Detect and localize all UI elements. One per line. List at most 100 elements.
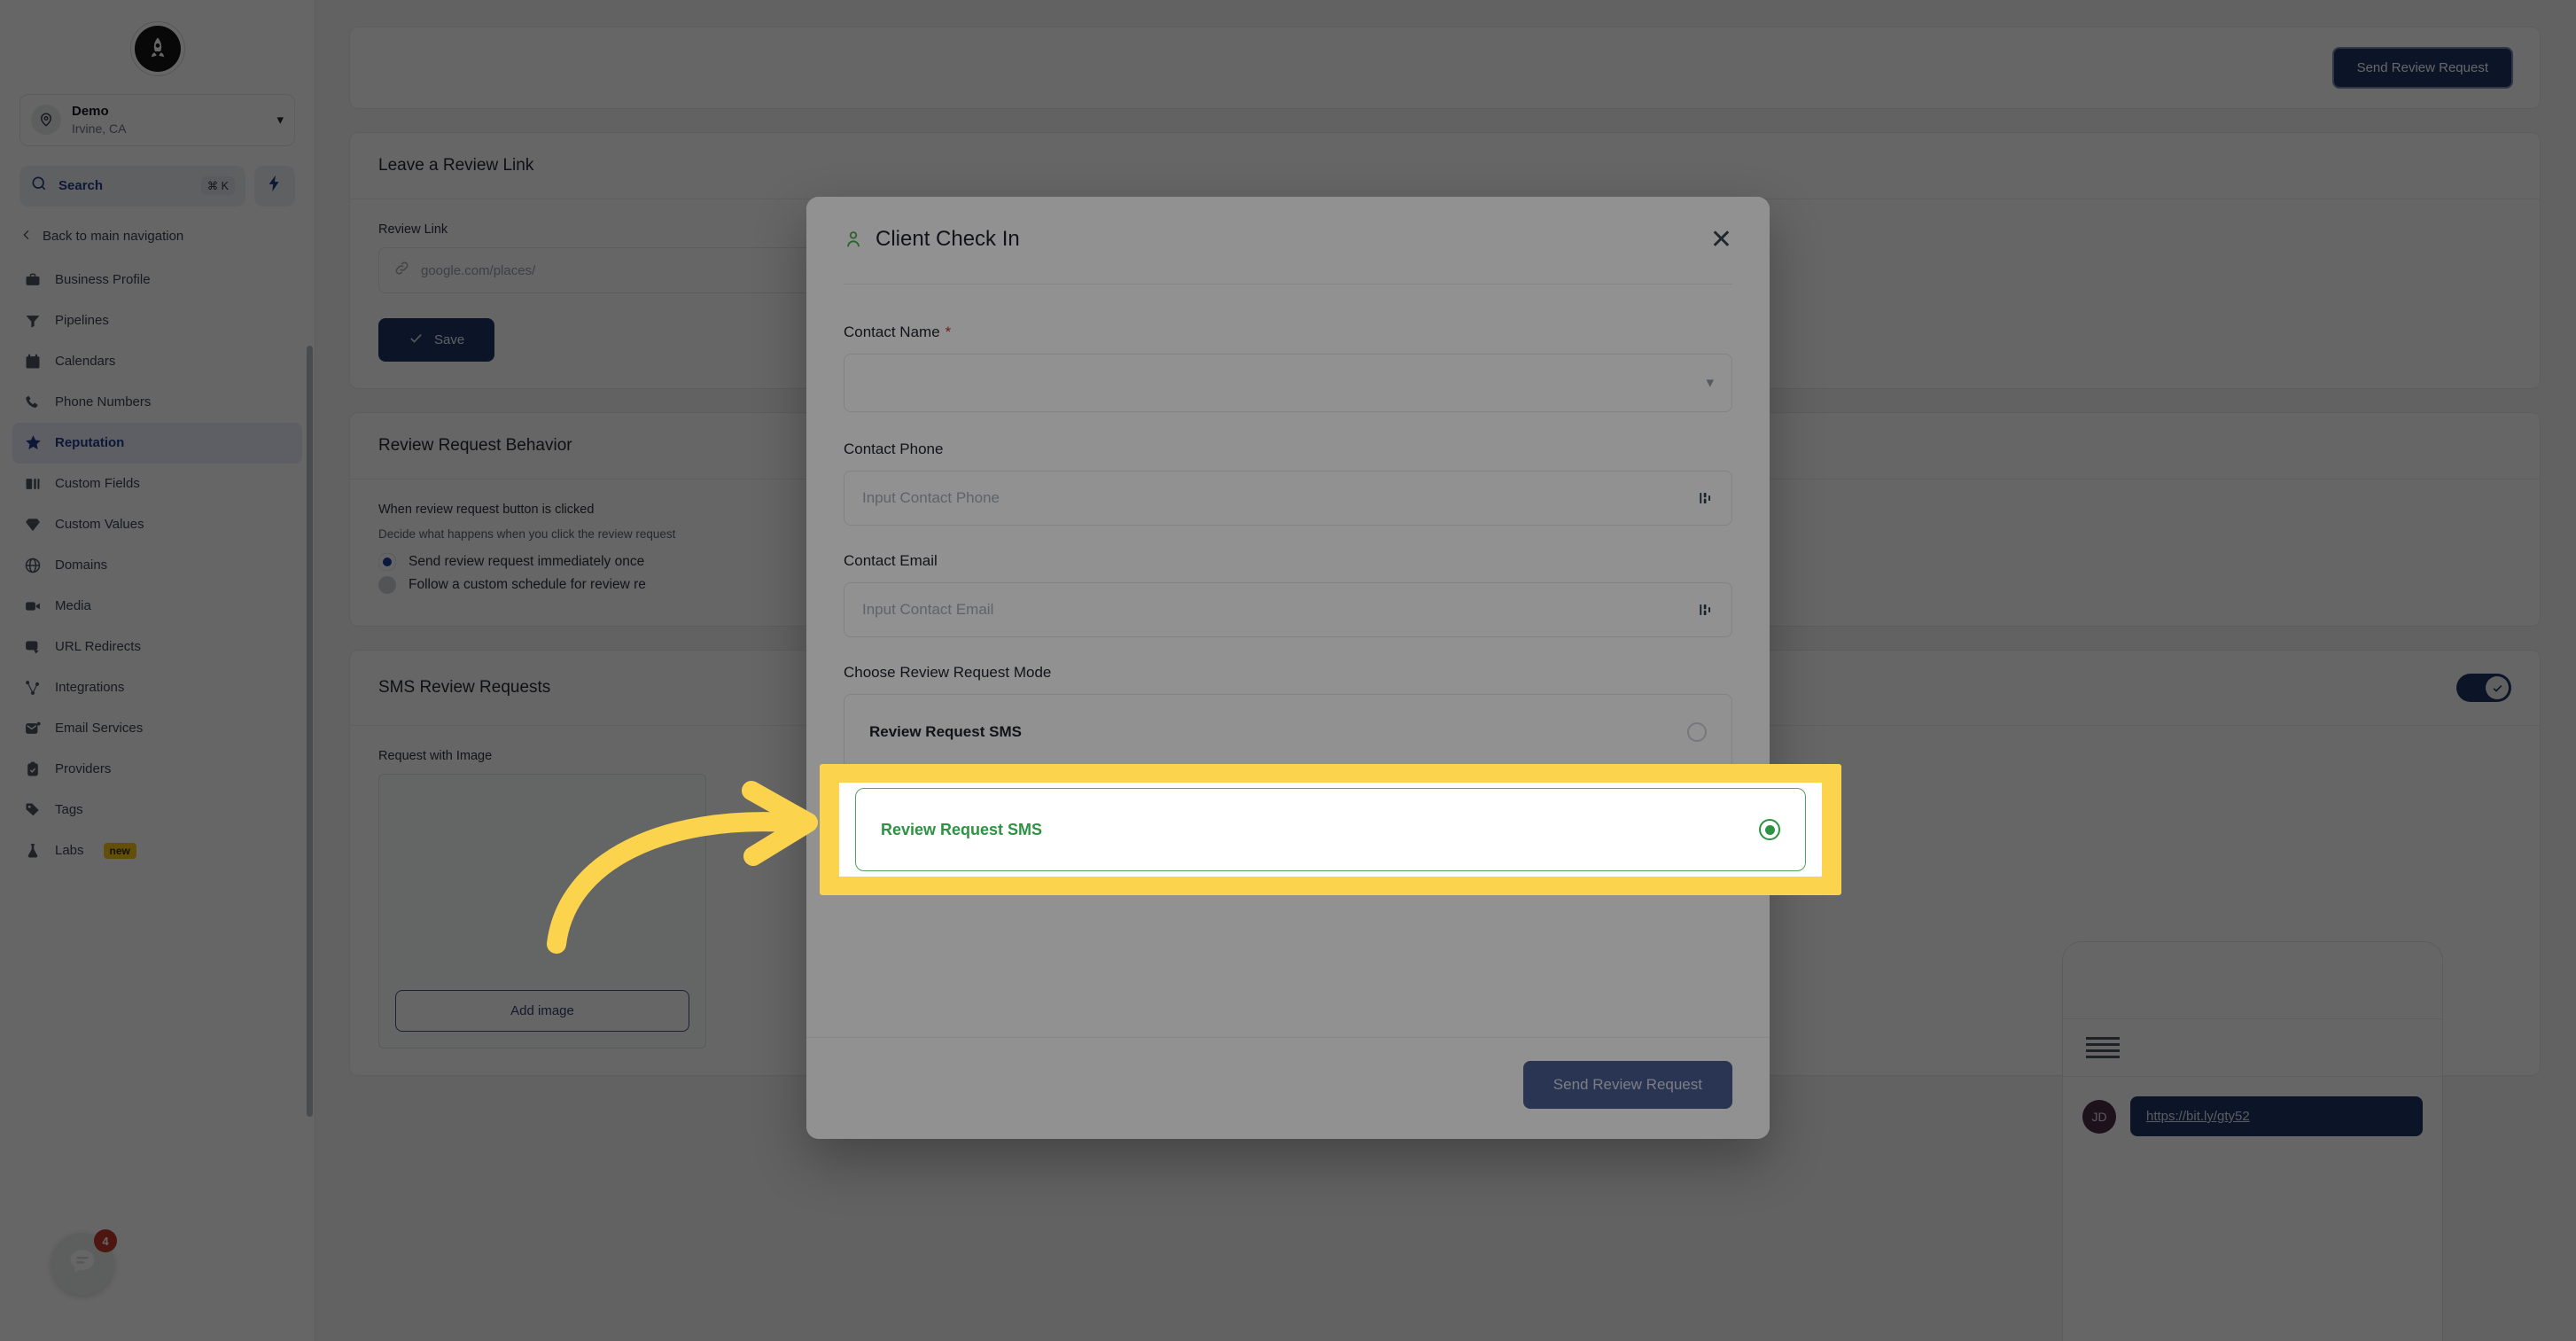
brand-logo[interactable] [0,0,315,89]
modal-send-review-request-button[interactable]: Send Review Request [1522,1061,1732,1109]
search-row: Search ⌘ K [19,165,295,207]
required-asterisk: * [945,324,952,340]
contact-email-input[interactable]: Input Contact Email [844,582,1732,637]
phone-preview: JD https://bit.ly/gty52 [2062,941,2443,1341]
chevron-down-icon[interactable]: ▾ [276,112,284,128]
highlight-inner: Review Request SMS [839,783,1822,877]
search-icon [30,175,48,197]
radio-selected-icon [1759,819,1780,840]
contact-name-select[interactable]: ▾ [844,354,1732,412]
sidebar-item-label: Business Profile [55,272,151,288]
sidebar-nav: Business Profile Pipelines Calendars Pho… [0,260,315,1341]
sidebar-item-label: Tags [55,802,83,818]
hamburger-icon[interactable] [2086,1033,2120,1062]
search-shortcut: ⌘ K [200,176,235,196]
sidebar-item-label: Media [55,598,91,614]
sidebar-item-pipelines[interactable]: Pipelines [12,300,302,341]
chat-unread-badge: 4 [94,1229,117,1252]
top-action-card: Send Review Request [349,27,2541,109]
sidebar-item-label: Domains [55,557,108,573]
sidebar-scrollbar[interactable] [307,346,313,1117]
globe-icon [23,556,43,575]
avatar: JD [2082,1099,2116,1134]
modal-header: Client Check In ✕ [806,197,1770,253]
modal-title-row: Client Check In [844,227,1710,252]
custom-value-icon[interactable] [1698,490,1714,506]
save-label: Save [434,332,465,347]
tag-icon [23,800,43,820]
save-button[interactable]: Save [378,318,495,362]
sidebar-item-label: Custom Values [55,517,144,533]
sidebar-item-integrations[interactable]: Integrations [12,667,302,708]
map-pin-icon [31,105,61,136]
radio-icon [378,576,396,594]
sidebar-item-media[interactable]: Media [12,586,302,627]
sidebar-item-label: URL Redirects [55,639,141,655]
mode-option-sms-highlighted[interactable]: Review Request SMS [855,788,1806,871]
redirect-icon [23,637,43,657]
mode-option-label: Review Request SMS [869,723,1022,740]
link-icon [393,260,410,281]
chevron-down-icon: ▾ [1706,374,1714,391]
chat-support-button[interactable]: 4 [51,1229,117,1295]
location-texts: Demo Irvine, CA [72,104,266,136]
contact-phone-input[interactable]: Input Contact Phone [844,471,1732,526]
preview-message-link[interactable]: https://bit.ly/gty52 [2130,1096,2423,1136]
radio-icon [378,553,396,571]
chat-bubble-icon [66,1246,98,1283]
sidebar-item-business-profile[interactable]: Business Profile [12,260,302,300]
sidebar-item-label: Email Services [55,721,144,737]
sidebar-item-url-redirects[interactable]: URL Redirects [12,627,302,667]
modal-body: Contact Name * ▾ Contact Phone Input Cont… [806,285,1770,1037]
star-icon [23,433,43,453]
choose-review-request-mode-label: Choose Review Request Mode [844,664,1052,681]
sidebar-item-label: Calendars [55,354,116,370]
phone-icon [23,393,43,412]
flask-icon [23,841,43,861]
sidebar-item-custom-fields[interactable]: Custom Fields [12,464,302,504]
preview-message-row: JD https://bit.ly/gty52 [2063,1077,2442,1156]
video-camera-icon [23,596,43,616]
contact-phone-placeholder: Input Contact Phone [862,489,1000,506]
add-image-button[interactable]: Add image [395,990,689,1032]
sidebar-item-custom-values[interactable]: Custom Values [12,504,302,545]
sidebar-item-label: Pipelines [55,313,109,329]
sidebar-item-reputation[interactable]: Reputation [12,422,302,464]
mode-option-label: Review Request SMS [881,820,1043,838]
curved-arrow-icon [547,781,818,954]
sidebar-item-labs[interactable]: Labs new [12,830,302,871]
mode-option-sms[interactable]: Review Request SMS [844,694,1732,770]
diamond-icon [23,515,43,534]
back-label: Back to main navigation [43,229,184,245]
location-switcher[interactable]: Demo Irvine, CA ▾ [19,94,295,146]
close-icon[interactable]: ✕ [1710,227,1732,253]
sidebar-item-label: Custom Fields [55,476,140,492]
send-review-request-button[interactable]: Send Review Request [2331,47,2513,89]
radio-icon [1687,722,1707,742]
sidebar-item-phone-numbers[interactable]: Phone Numbers [12,382,302,423]
lightning-bolt-icon [265,174,284,198]
sidebar-item-providers[interactable]: Providers [12,749,302,790]
review-link-placeholder: google.com/places/ [421,262,536,278]
sidebar-item-calendars[interactable]: Calendars [12,341,302,382]
sidebar-item-tags[interactable]: Tags [12,790,302,830]
sidebar: Demo Irvine, CA ▾ Search ⌘ K Back to mai… [0,0,315,1341]
sms-enable-toggle[interactable] [2456,674,2511,702]
contact-name-label: Contact Name * [844,324,1732,341]
columns-icon [23,474,43,494]
location-subtitle: Irvine, CA [72,121,127,136]
quick-actions-button[interactable] [254,165,295,207]
modal-title-text: Client Check In [876,227,1020,251]
app-root: Demo Irvine, CA ▾ Search ⌘ K Back to mai… [0,0,2576,1341]
back-to-main-navigation[interactable]: Back to main navigation [19,228,295,246]
chevron-left-icon [19,228,34,246]
contact-name-label-text: Contact Name [844,324,940,340]
custom-value-icon[interactable] [1698,602,1714,618]
search-input[interactable]: Search ⌘ K [19,165,245,207]
modal-footer: Send Review Request [806,1037,1770,1139]
sidebar-item-email-services[interactable]: Email Services [12,708,302,749]
client-check-in-modal: Client Check In ✕ Contact Name * ▾ Contac… [806,197,1770,1139]
sidebar-item-domains[interactable]: Domains [12,545,302,586]
highlight-box: Review Request SMS [820,764,1841,895]
nodes-icon [23,678,43,698]
